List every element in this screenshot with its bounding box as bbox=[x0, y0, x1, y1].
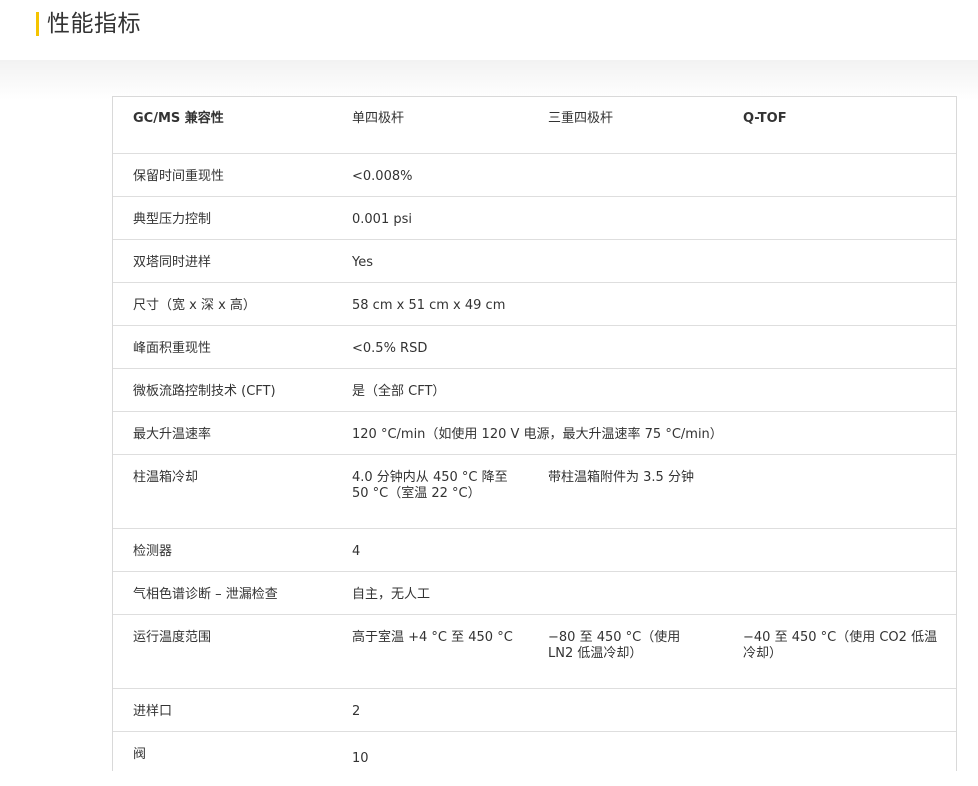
header-cell-qtof: Q-TOF bbox=[743, 111, 787, 126]
header-cell-compatibility: GC/MS 兼容性 bbox=[133, 111, 224, 126]
row-value: −80 至 450 °C（使用 LN2 低温冷却） bbox=[548, 630, 681, 661]
row-label: 峰面积重现性 bbox=[133, 341, 212, 356]
row-label: 典型压力控制 bbox=[133, 212, 212, 227]
row-value: 2 bbox=[352, 704, 361, 719]
row-value bbox=[547, 572, 742, 587]
table-row: 柱温箱冷却 4.0 分钟内从 450 °C 降至 50 °C（室温 22 °C）… bbox=[113, 454, 956, 529]
row-value bbox=[742, 689, 956, 704]
table-row: 尺寸（宽 x 深 x 高） 58 cm x 51 cm x 49 cm bbox=[113, 282, 956, 326]
table-row: 进样口 2 bbox=[113, 688, 956, 732]
row-value bbox=[742, 455, 956, 470]
row-label: 运行温度范围 bbox=[133, 630, 212, 645]
row-value: <0.008% bbox=[352, 169, 413, 184]
row-value bbox=[547, 283, 742, 298]
row-value: Yes bbox=[352, 255, 373, 270]
row-value bbox=[742, 283, 956, 298]
table-row: 检测器 4 bbox=[113, 528, 956, 572]
title-accent-bar bbox=[36, 12, 39, 36]
row-label: 双塔同时进样 bbox=[133, 255, 212, 270]
specs-table: GC/MS 兼容性 单四极杆 三重四极杆 Q-TOF 保留时间重现性 <0.00… bbox=[112, 96, 957, 771]
page-title: 性能指标 bbox=[47, 11, 141, 37]
row-value bbox=[547, 326, 742, 341]
row-value: <0.5% RSD bbox=[352, 341, 428, 356]
table-header-row: GC/MS 兼容性 单四极杆 三重四极杆 Q-TOF bbox=[113, 97, 956, 154]
row-value bbox=[547, 732, 742, 747]
table-row: 阀 10 bbox=[113, 732, 956, 772]
table-row: 保留时间重现性 <0.008% bbox=[113, 153, 956, 197]
row-value bbox=[547, 369, 742, 384]
row-value: 10 bbox=[352, 751, 369, 766]
row-value bbox=[742, 529, 956, 544]
row-label: 气相色谱诊断 – 泄漏检查 bbox=[133, 587, 278, 602]
header-cell-triple-quad: 三重四极杆 bbox=[548, 111, 614, 126]
page-header: 性能指标 bbox=[0, 0, 978, 60]
row-label: 微板流路控制技术 (CFT) bbox=[133, 384, 276, 399]
row-value: 带柱温箱附件为 3.5 分钟 bbox=[548, 470, 694, 485]
row-value: 0.001 psi bbox=[352, 212, 412, 227]
row-label: 进样口 bbox=[133, 704, 173, 719]
row-label: 尺寸（宽 x 深 x 高） bbox=[133, 298, 256, 313]
row-label: 柱温箱冷却 bbox=[133, 470, 199, 485]
row-value bbox=[547, 529, 742, 544]
row-value: 自主，无人工 bbox=[352, 587, 431, 602]
table-row: 典型压力控制 0.001 psi bbox=[113, 196, 956, 240]
table-row: 峰面积重现性 <0.5% RSD bbox=[113, 325, 956, 369]
table-row: 最大升温速率 120 °C/min（如使用 120 V 电源，最大升温速率 75… bbox=[113, 411, 956, 455]
row-label: 检测器 bbox=[133, 544, 173, 559]
row-value bbox=[742, 732, 956, 747]
header-cell-single-quad: 单四极杆 bbox=[352, 111, 405, 126]
row-value bbox=[547, 689, 742, 704]
row-value: −40 至 450 °C（使用 CO2 低温冷却） bbox=[743, 630, 938, 661]
row-value bbox=[742, 572, 956, 587]
row-value bbox=[742, 197, 956, 212]
row-value: 是（全部 CFT） bbox=[352, 384, 446, 399]
table-row: 双塔同时进样 Yes bbox=[113, 239, 956, 283]
row-value bbox=[547, 197, 742, 212]
table-row: 气相色谱诊断 – 泄漏检查 自主，无人工 bbox=[113, 571, 956, 615]
row-label: 最大升温速率 bbox=[133, 427, 212, 442]
row-value: 高于室温 +4 °C 至 450 °C bbox=[352, 630, 513, 645]
row-value: 4 bbox=[352, 544, 361, 559]
row-value bbox=[742, 154, 956, 169]
row-label: 保留时间重现性 bbox=[133, 169, 225, 184]
row-value bbox=[742, 326, 956, 341]
table-row: 微板流路控制技术 (CFT) 是（全部 CFT） bbox=[113, 368, 956, 412]
row-value bbox=[742, 240, 956, 255]
row-value bbox=[547, 240, 742, 255]
row-value bbox=[547, 154, 742, 169]
row-value bbox=[742, 369, 956, 384]
table-row: 运行温度范围 高于室温 +4 °C 至 450 °C −80 至 450 °C（… bbox=[113, 614, 956, 689]
row-value: 4.0 分钟内从 450 °C 降至 50 °C（室温 22 °C） bbox=[352, 470, 508, 501]
row-label: 阀 bbox=[133, 747, 147, 762]
row-value: 58 cm x 51 cm x 49 cm bbox=[352, 298, 506, 313]
row-value: 120 °C/min（如使用 120 V 电源，最大升温速率 75 °C/min… bbox=[352, 427, 723, 442]
